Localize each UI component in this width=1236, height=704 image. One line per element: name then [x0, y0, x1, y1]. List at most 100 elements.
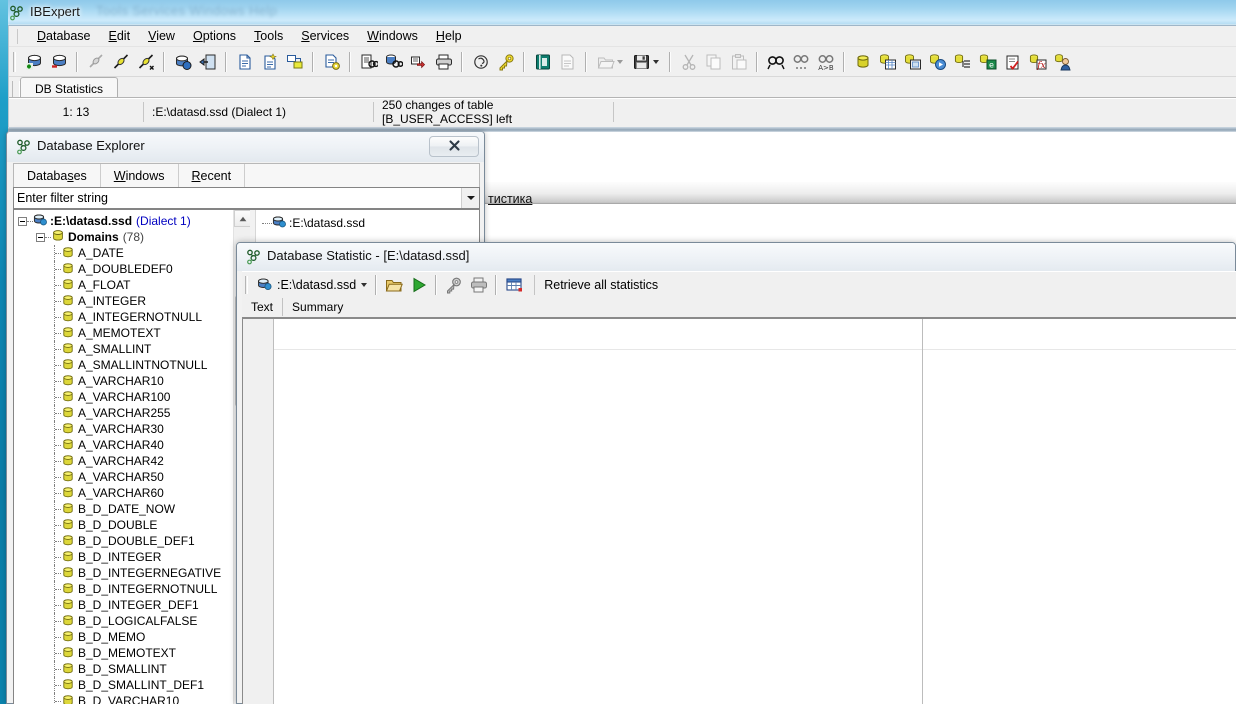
- export-data-icon[interactable]: [407, 50, 430, 73]
- save-file-icon[interactable]: [629, 50, 663, 73]
- tree-node-domain[interactable]: A_VARCHAR100: [18, 389, 233, 405]
- find-key-icon[interactable]: [442, 273, 465, 296]
- tab-text[interactable]: Text: [242, 298, 284, 316]
- print-icon[interactable]: [467, 273, 490, 296]
- exit-icon[interactable]: [196, 50, 219, 73]
- detail-root-item[interactable]: :E:\datasd.ssd: [256, 210, 479, 231]
- database-explorer-icon[interactable]: [357, 50, 380, 73]
- background-tab-label[interactable]: тистика: [488, 192, 532, 206]
- tab-summary[interactable]: Summary: [283, 298, 352, 316]
- menu-database[interactable]: DDatabaseatabase: [28, 27, 100, 45]
- tree-node-domain[interactable]: B_D_DOUBLE: [18, 517, 233, 533]
- toolbar-grip[interactable]: [245, 275, 248, 294]
- tree-node-domain[interactable]: A_VARCHAR30: [18, 421, 233, 437]
- tree-node-domain[interactable]: A_MEMOTEXT: [18, 325, 233, 341]
- database-selector[interactable]: :E:\datasd.ssd: [253, 274, 371, 296]
- new-exception-icon[interactable]: e: [976, 50, 999, 73]
- tree-node-root[interactable]: :E:\datasd.ssd (Dialect 1): [18, 213, 233, 229]
- print-metadata-icon[interactable]: [432, 50, 455, 73]
- search-in-metadata-icon[interactable]: [382, 50, 405, 73]
- tree-node-domain[interactable]: A_VARCHAR255: [18, 405, 233, 421]
- close-button[interactable]: [429, 136, 479, 157]
- report-disabled-icon[interactable]: [556, 50, 579, 73]
- chevron-down-icon[interactable]: [617, 59, 623, 64]
- collapse-icon[interactable]: [18, 216, 27, 226]
- new-domain-icon[interactable]: [851, 50, 874, 73]
- tab-windows[interactable]: Windows: [101, 164, 179, 187]
- register-database-icon[interactable]: [22, 50, 45, 73]
- find-icon[interactable]: [764, 50, 787, 73]
- unregister-database-icon[interactable]: [47, 50, 70, 73]
- new-table-icon[interactable]: [876, 50, 899, 73]
- tree-node-domain[interactable]: B_D_INTEGERNEGATIVE: [18, 565, 233, 581]
- user-manager-key-icon[interactable]: [494, 50, 517, 73]
- new-sql-editor-icon[interactable]: [233, 50, 256, 73]
- menu-view[interactable]: View: [139, 27, 184, 45]
- tab-databases[interactable]: Databa s es: [14, 164, 101, 187]
- grid-icon[interactable]: [502, 273, 525, 296]
- connect-disabled-icon[interactable]: [84, 50, 107, 73]
- tree-node-domain[interactable]: A_VARCHAR42: [18, 453, 233, 469]
- tree-node-domain[interactable]: B_D_MEMO: [18, 629, 233, 645]
- open-folder-icon[interactable]: [382, 273, 405, 296]
- tree-node-domains[interactable]: Domains (78): [18, 229, 233, 245]
- tree-node-domain[interactable]: A_VARCHAR50: [18, 469, 233, 485]
- object-tree[interactable]: :E:\datasd.ssd (Dialect 1) Domains (78) …: [14, 210, 233, 704]
- new-role-icon[interactable]: [1051, 50, 1074, 73]
- new-stored-procedure-icon[interactable]: [926, 50, 949, 73]
- paste-disabled-icon[interactable]: [727, 50, 750, 73]
- new-trigger-icon[interactable]: [951, 50, 974, 73]
- new-udf-icon[interactable]: fx: [1026, 50, 1049, 73]
- database-statistics-icon[interactable]: [531, 50, 554, 73]
- copy-disabled-icon[interactable]: [702, 50, 725, 73]
- cut-disabled-icon[interactable]: [677, 50, 700, 73]
- tree-node-domain[interactable]: A_INTEGERNOTNULL: [18, 309, 233, 325]
- tree-node-domain[interactable]: A_VARCHAR10: [18, 373, 233, 389]
- tree-node-domain[interactable]: B_D_INTEGER_DEF1: [18, 597, 233, 613]
- replace-icon[interactable]: A>B: [814, 50, 837, 73]
- tree-node-domain[interactable]: B_D_DATE_NOW: [18, 501, 233, 517]
- collapse-icon[interactable]: [36, 232, 45, 242]
- filter-dropdown-button[interactable]: [461, 188, 479, 208]
- tree-node-domain[interactable]: A_INTEGER: [18, 293, 233, 309]
- menu-windows[interactable]: Windows: [358, 27, 427, 45]
- grant-manager-icon[interactable]: [469, 50, 492, 73]
- filter-input[interactable]: [14, 190, 461, 206]
- tree-node-domain[interactable]: B_D_VARCHAR10: [18, 693, 233, 704]
- tab-recent[interactable]: Recent: [179, 164, 246, 187]
- scroll-up-button[interactable]: [234, 210, 251, 227]
- tree-node-domain[interactable]: B_D_DOUBLE_DEF1: [18, 533, 233, 549]
- chevron-down-icon[interactable]: [361, 282, 368, 287]
- tree-node-domain[interactable]: B_D_LOGICALFALSE: [18, 613, 233, 629]
- tree-node-domain[interactable]: A_VARCHAR60: [18, 485, 233, 501]
- menu-options[interactable]: Options: [184, 27, 245, 45]
- connect-database-icon[interactable]: [109, 50, 132, 73]
- tree-node-domain[interactable]: A_SMALLINT: [18, 341, 233, 357]
- tabstrip-grip[interactable]: [12, 81, 20, 97]
- sql-editor-options-icon[interactable]: [320, 50, 343, 73]
- tree-node-domain[interactable]: B_D_INTEGERNOTNULL: [18, 581, 233, 597]
- new-query-builder-icon[interactable]: [283, 50, 306, 73]
- disconnect-database-icon[interactable]: [134, 50, 157, 73]
- menu-help[interactable]: Help: [427, 27, 471, 45]
- new-view-icon[interactable]: [901, 50, 924, 73]
- tree-node-domain[interactable]: B_D_SMALLINT_DEF1: [18, 677, 233, 693]
- find-next-icon[interactable]: [789, 50, 812, 73]
- tree-node-domain[interactable]: A_DOUBLEDEF0: [18, 261, 233, 277]
- tree-node-domain[interactable]: B_D_MEMOTEXT: [18, 645, 233, 661]
- retrieve-all-statistics-label[interactable]: Retrieve all statistics: [534, 274, 658, 295]
- new-generator-icon[interactable]: [1001, 50, 1024, 73]
- statistic-content-area[interactable]: [242, 317, 1236, 704]
- tree-node-domain[interactable]: A_FLOAT: [18, 277, 233, 293]
- toolbar-grip[interactable]: [13, 51, 16, 72]
- open-file-disabled-icon[interactable]: [593, 50, 627, 73]
- tree-node-domain[interactable]: B_D_SMALLINT: [18, 661, 233, 677]
- menubar-grip[interactable]: [17, 28, 21, 44]
- tab-db-statistics[interactable]: DB Statistics: [20, 77, 119, 97]
- tree-node-domain[interactable]: A_DATE: [18, 245, 233, 261]
- chevron-down-icon[interactable]: [653, 59, 659, 64]
- tree-node-domain[interactable]: B_D_INTEGER: [18, 549, 233, 565]
- tree-node-domain[interactable]: A_VARCHAR40: [18, 437, 233, 453]
- menu-services[interactable]: Services: [292, 27, 358, 45]
- new-script-icon[interactable]: [258, 50, 281, 73]
